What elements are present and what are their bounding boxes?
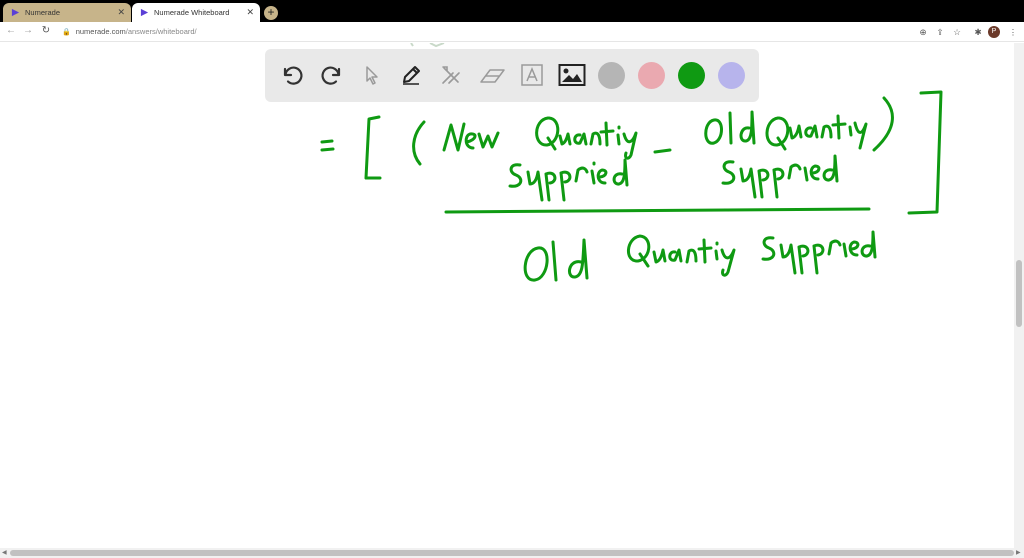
whiteboard-canvas[interactable] (0, 43, 1014, 548)
tab-numerade[interactable]: Numerade ✕ (3, 3, 131, 22)
tools-button[interactable] (436, 60, 466, 90)
text-icon (521, 64, 543, 86)
vertical-scrollbar[interactable] (1014, 43, 1024, 548)
reload-icon[interactable]: ↻ (39, 25, 53, 36)
profile-avatar[interactable]: P (988, 26, 1000, 38)
zoom-icon[interactable]: ⊕ (916, 25, 930, 39)
tab-title: Numerade (25, 8, 61, 17)
select-pointer-icon (366, 66, 378, 85)
pen-icon (403, 66, 420, 85)
horizontal-scrollbar[interactable]: ◀ ▶ (0, 548, 1024, 558)
image-tool-button[interactable] (557, 60, 587, 90)
numerade-logo-icon (11, 8, 20, 17)
scroll-left-arrow-icon[interactable]: ◀ (2, 549, 7, 556)
color-swatch-gray[interactable] (598, 62, 625, 89)
browser-tab-strip: Numerade ✕ Numerade Whiteboard ✕ + (0, 0, 1024, 22)
menu-kebab-icon[interactable]: ⋮ (1006, 25, 1020, 39)
tools-icon (442, 66, 460, 84)
color-swatch-green[interactable] (678, 62, 705, 89)
eraser-icon (480, 69, 505, 83)
share-icon[interactable]: ⇪ (933, 25, 947, 39)
back-arrow-icon[interactable]: ← (4, 25, 18, 36)
extensions-puzzle-icon[interactable]: ✱ (971, 25, 985, 39)
tab-title: Numerade Whiteboard (154, 8, 230, 17)
pen-tool-button[interactable] (396, 60, 426, 90)
text-tool-button[interactable] (517, 60, 547, 90)
url-host: numerade.com (75, 27, 126, 36)
numerade-logo-icon (140, 8, 149, 17)
color-swatch-pink[interactable] (638, 62, 665, 89)
redo-button[interactable] (317, 60, 347, 90)
close-tab-icon[interactable]: ✕ (117, 7, 125, 18)
forward-arrow-icon[interactable]: → (21, 25, 35, 36)
horizontal-scroll-thumb[interactable] (10, 550, 1014, 556)
undo-button[interactable] (277, 60, 307, 90)
browser-toolbar: ← → ↻ 🔒 numerade.com/answers/whiteboard/ … (0, 22, 1024, 42)
whiteboard-toolbar (265, 49, 759, 102)
color-swatch-lavender[interactable] (718, 62, 745, 89)
scroll-right-arrow-icon[interactable]: ▶ (1016, 549, 1021, 556)
partial-stroke (410, 43, 445, 48)
bookmark-star-icon[interactable]: ☆ (950, 25, 964, 39)
undo-icon (283, 66, 303, 85)
handwriting-strokes (320, 90, 943, 282)
close-tab-icon[interactable]: ✕ (246, 7, 254, 18)
redo-icon (321, 66, 341, 85)
address-bar[interactable]: 🔒 numerade.com/answers/whiteboard/ (62, 25, 197, 40)
select-tool-button[interactable] (357, 60, 387, 90)
lock-icon: 🔒 (62, 29, 71, 36)
vertical-scroll-thumb[interactable] (1016, 260, 1022, 327)
image-icon (558, 64, 586, 86)
eraser-tool-button[interactable] (477, 60, 507, 90)
url-path: /answers/whiteboard/ (125, 27, 197, 36)
new-tab-button[interactable]: + (264, 6, 278, 20)
tab-numerade-whiteboard[interactable]: Numerade Whiteboard ✕ (132, 3, 260, 22)
